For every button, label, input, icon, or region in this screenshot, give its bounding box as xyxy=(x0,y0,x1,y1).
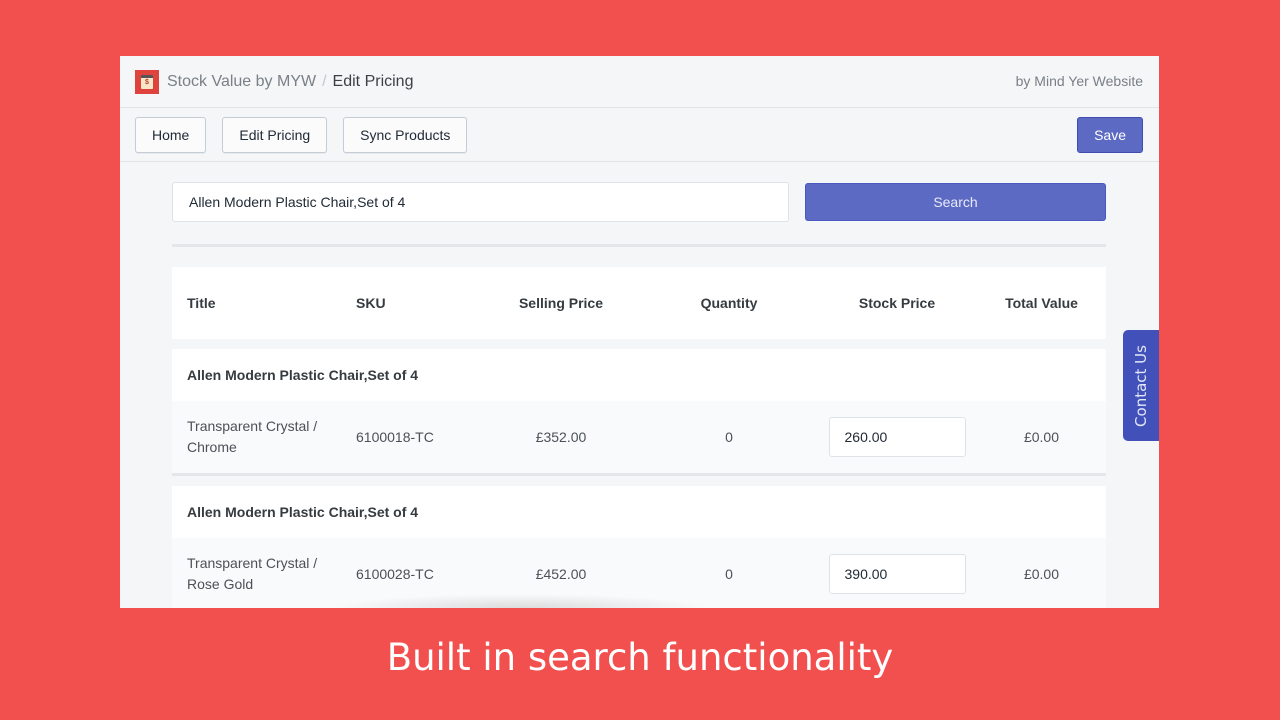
column-header-quantity: Quantity xyxy=(700,295,758,311)
table-header: Title SKU Selling Price Quantity Stock P… xyxy=(172,267,1106,339)
column-header-stock-price: Stock Price xyxy=(858,295,936,311)
sync-products-button[interactable]: Sync Products xyxy=(343,116,468,153)
byline-text: by Mind Yer Website xyxy=(1015,73,1143,89)
variant-total-value: £0.00 xyxy=(1023,429,1060,445)
contact-us-tab[interactable]: Contact Us xyxy=(1123,330,1159,441)
variant-sku: 6100028-TC xyxy=(356,566,434,582)
variant-quantity: 0 xyxy=(725,566,733,582)
variant-selling-price: £452.00 xyxy=(535,566,587,582)
breadcrumb-separator: / xyxy=(322,72,327,90)
search-input[interactable] xyxy=(172,182,789,222)
clipboard-dollar-icon: $ xyxy=(135,69,159,94)
product-group: Allen Modern Plastic Chair,Set of 4 Tran… xyxy=(172,349,1106,476)
app-header: $ Stock Value by MYW / Edit Pricing by M… xyxy=(120,56,1159,108)
variant-quantity: 0 xyxy=(725,429,733,445)
promo-caption: Built in search functionality xyxy=(386,636,894,679)
table-row: Transparent Crystal / Chrome 6100018-TC … xyxy=(172,401,1106,473)
app-window: $ Stock Value by MYW / Edit Pricing by M… xyxy=(120,56,1159,608)
divider xyxy=(172,244,1106,247)
save-button[interactable]: Save xyxy=(1077,117,1143,153)
search-row: Search xyxy=(172,182,1106,222)
column-header-total-value: Total Value xyxy=(1005,294,1078,311)
nav-bar: Home Edit Pricing Sync Products Save xyxy=(120,108,1159,162)
product-group: Allen Modern Plastic Chair,Set of 4 Tran… xyxy=(172,486,1106,608)
variant-selling-price: £352.00 xyxy=(535,429,587,445)
variant-total-value: £0.00 xyxy=(1023,566,1060,582)
stock-price-cell xyxy=(817,554,977,594)
stock-price-input[interactable] xyxy=(828,554,966,594)
variant-sku: 6100018-TC xyxy=(356,429,434,445)
column-header-selling-price: Selling Price xyxy=(518,295,604,311)
search-button[interactable]: Search xyxy=(805,183,1106,221)
edit-pricing-button[interactable]: Edit Pricing xyxy=(222,116,328,153)
column-header-title: Title xyxy=(187,295,216,311)
home-button[interactable]: Home xyxy=(135,116,207,153)
pricing-table: Title SKU Selling Price Quantity Stock P… xyxy=(172,267,1106,608)
contact-us-label: Contact Us xyxy=(1132,344,1151,427)
page-title: Edit Pricing xyxy=(332,72,414,90)
column-header-sku: SKU xyxy=(356,295,386,311)
product-title: Allen Modern Plastic Chair,Set of 4 xyxy=(172,486,1106,538)
stock-price-cell xyxy=(817,417,977,457)
product-title: Allen Modern Plastic Chair,Set of 4 xyxy=(172,349,1106,401)
app-name-link[interactable]: Stock Value by MYW xyxy=(167,73,316,91)
variant-name: Transparent Crystal / Chrome xyxy=(187,418,318,455)
main-content: Search Title SKU Selling Price Quantity … xyxy=(172,182,1106,608)
variant-name: Transparent Crystal / Rose Gold xyxy=(187,555,318,592)
stock-price-input[interactable] xyxy=(828,417,966,457)
scroll-shadow xyxy=(330,594,710,608)
